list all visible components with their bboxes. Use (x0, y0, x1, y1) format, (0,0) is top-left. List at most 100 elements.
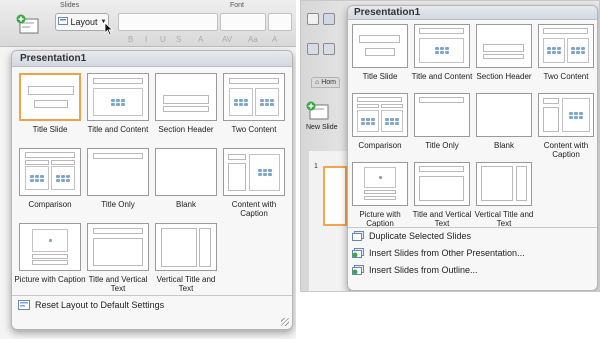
layout-option-picture-caption[interactable]: Picture with Caption (14, 223, 86, 293)
layout-label: Comparison (358, 141, 402, 150)
content-placeholder (25, 166, 49, 190)
text-placeholder (28, 86, 74, 95)
new-slide-button[interactable] (306, 101, 330, 121)
layout-label: Title Only (425, 141, 459, 150)
insert-outline-icon (352, 265, 364, 275)
layout-dropdown-menu: Presentation1 Title Slide Title and Conte… (11, 50, 293, 330)
content-placeholder (543, 38, 565, 63)
slide-actions-list: Duplicate Selected Slides Insert Slides f… (352, 231, 592, 287)
strikethrough-tool[interactable]: S (176, 35, 181, 44)
layout-option-title-content[interactable]: Title and Content (87, 73, 149, 143)
layout-label: Title and Content (411, 72, 473, 81)
slide-number: 1 (314, 163, 318, 170)
menu-item-insert-presentation[interactable]: Insert Slides from Other Presentation... (352, 248, 525, 258)
layout-option-title[interactable]: Title Slide (19, 73, 81, 143)
text-placeholder (364, 196, 396, 200)
layout-option-title-content[interactable]: Title and Content (412, 24, 472, 90)
layout-option-picture-caption[interactable]: Picture with Caption (352, 162, 408, 228)
reset-layout-label: Reset Layout to Default Settings (35, 300, 165, 310)
picture-placeholder (32, 229, 68, 252)
ribbon-group-label-slides: Slides (60, 2, 80, 9)
layout-option-blank[interactable]: Blank (155, 148, 217, 218)
layout-option-vertical-title[interactable]: Vertical Title and Text (475, 162, 533, 228)
text-placeholder (364, 190, 396, 194)
content-placeholder (249, 154, 280, 191)
layout-thumbnail (223, 73, 285, 121)
new-document-icon[interactable] (307, 13, 319, 25)
layout-option-vertical-title[interactable]: Vertical Title and Text (155, 223, 217, 293)
text-placeholder (481, 166, 513, 201)
text-placeholder (161, 228, 197, 267)
content-placeholder (567, 38, 589, 63)
open-icon[interactable] (307, 43, 319, 55)
font-name-field[interactable] (118, 13, 218, 31)
text-placeholder (25, 160, 49, 165)
layout-option-comparison[interactable]: Comparison (352, 93, 408, 159)
gallery-icon[interactable] (323, 13, 335, 25)
reset-layout-menu-item[interactable]: Reset Layout to Default Settings (18, 300, 164, 310)
layout-thumbnail (538, 93, 594, 137)
menu-item-label: Insert Slides from Outline... (369, 265, 478, 275)
layout-option-comparison[interactable]: Comparison (19, 148, 81, 218)
layout-label: Section Header (158, 125, 214, 134)
layout-thumbnail (223, 148, 285, 196)
font-size-field[interactable] (220, 13, 266, 31)
content-placeholder (562, 98, 590, 132)
layout-button[interactable]: Layout ▼ (55, 13, 109, 31)
layout-label: Content with Caption (231, 200, 277, 218)
content-placeholder (93, 88, 143, 116)
font-extra-field[interactable] (268, 13, 292, 31)
layout-thumbnail (155, 148, 217, 196)
change-case-tool[interactable]: Aa (248, 35, 258, 44)
layout-label: Vertical Title and Text (474, 210, 534, 228)
text-placeholder (163, 106, 209, 112)
layout-option-two-content[interactable]: Two Content (223, 73, 285, 143)
tab-home[interactable]: ⌂ Hom (311, 77, 340, 88)
reset-layout-icon (18, 300, 30, 310)
layout-option-blank[interactable]: Blank (476, 93, 532, 159)
highlight-tool[interactable]: A (272, 35, 277, 44)
character-spacing-tool[interactable]: AV (222, 35, 232, 44)
layout-option-section[interactable]: Section Header (155, 73, 217, 143)
layout-thumbnail (155, 73, 217, 121)
font-color-tool[interactable]: A (198, 35, 203, 44)
new-slide-icon[interactable] (16, 14, 40, 36)
text-placeholder (543, 28, 588, 34)
bold-tool[interactable]: B (128, 35, 133, 44)
save-icon[interactable] (323, 43, 335, 55)
menu-divider (348, 227, 597, 228)
menu-item-insert-outline[interactable]: Insert Slides from Outline... (352, 265, 478, 275)
layout-option-two-content[interactable]: Two Content (538, 24, 594, 90)
text-placeholder (543, 98, 559, 104)
layout-label: Blank (493, 141, 514, 150)
text-placeholder (228, 154, 246, 160)
layout-option-title[interactable]: Title Slide (352, 24, 408, 90)
text-placeholder (93, 78, 143, 84)
underline-tool[interactable]: U (160, 35, 166, 44)
layout-thumbnail (414, 24, 470, 68)
layout-option-title-only[interactable]: Title Only (414, 93, 470, 159)
text-placeholder (163, 95, 209, 104)
text-placeholder (516, 166, 527, 201)
layout-thumbnail (19, 73, 81, 121)
layout-thumbnail (87, 148, 149, 196)
italic-tool[interactable]: I (145, 35, 147, 44)
layout-option-section[interactable]: Section Header (476, 24, 532, 90)
menu-item-duplicate-slides[interactable]: Duplicate Selected Slides (352, 231, 471, 241)
menu-title: Presentation1 (348, 6, 597, 20)
resize-grip[interactable] (281, 318, 289, 326)
layout-option-content-caption[interactable]: Content with Caption (538, 93, 594, 159)
slide-thumbnail[interactable] (323, 166, 347, 226)
layout-option-vertical-text[interactable]: Title and Vertical Text (87, 223, 149, 293)
layout-option-content-caption[interactable]: Content with Caption (223, 148, 285, 218)
text-placeholder (32, 254, 68, 259)
layout-label: Title and Vertical Text (88, 275, 148, 293)
layout-thumbnail (476, 93, 532, 137)
layout-thumbnail (352, 162, 408, 206)
layout-option-title-only[interactable]: Title Only (87, 148, 149, 218)
layout-label: Title and Content (87, 125, 149, 134)
layout-thumbnail (19, 148, 81, 196)
text-placeholder (483, 44, 524, 52)
new-slide-dropdown-menu: Presentation1 Title Slide Title and Conte… (347, 5, 598, 291)
layout-option-vertical-text[interactable]: Title and Vertical Text (413, 162, 471, 228)
